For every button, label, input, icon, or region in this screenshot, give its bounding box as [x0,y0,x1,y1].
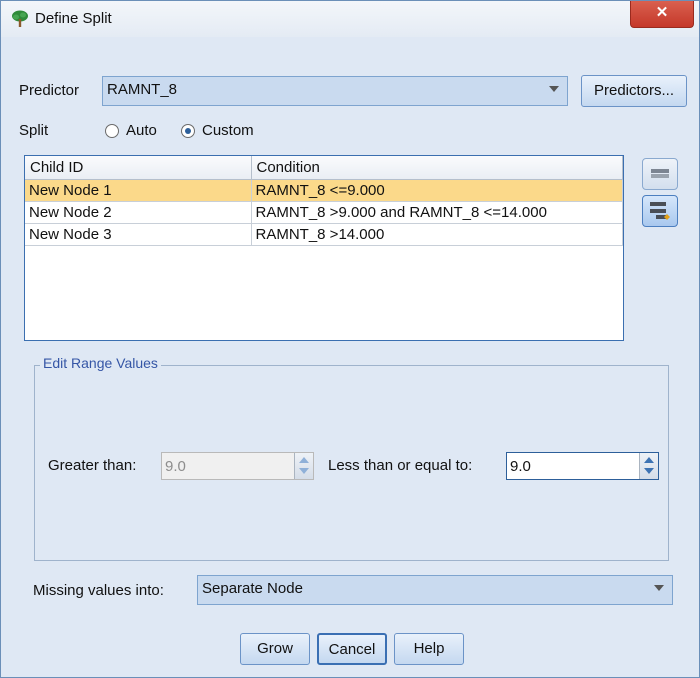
grow-button[interactable]: Grow [240,633,310,665]
merge-nodes-icon [651,169,669,178]
greater-than-label: Greater than: [48,457,137,474]
close-button[interactable]: ✕ [630,1,694,28]
lte-label: Less than or equal to: [328,457,473,474]
greater-than-spinner: 9.0 [161,452,314,480]
window-title: Define Split [35,10,112,27]
child-id-cell[interactable]: New Node 2 [25,201,252,224]
missing-values-label: Missing values into: [33,582,164,599]
split-node-button[interactable] [642,195,678,227]
table-row[interactable]: New Node 2 RAMNT_8 >9.000 and RAMNT_8 <=… [25,201,623,224]
merge-nodes-button[interactable] [642,158,678,190]
spinner-arrows [294,453,313,479]
lte-spinner[interactable]: 9.0 [506,452,659,480]
help-button[interactable]: Help [394,633,464,665]
chevron-down-icon [549,86,559,92]
child-id-cell[interactable]: New Node 1 [25,179,252,202]
title-bar: Define Split ✕ [1,1,699,37]
table-header-row: Child ID Condition [25,156,623,180]
cancel-button[interactable]: Cancel [317,633,387,665]
split-label: Split [19,122,49,139]
predictor-dropdown[interactable]: RAMNT_8 [102,76,568,106]
dialog-body: Predictor RAMNT_8 Predictors... Split Au… [8,40,692,671]
column-header-condition[interactable]: Condition [251,156,623,180]
missing-values-dropdown[interactable]: Separate Node [197,575,673,605]
column-header-child-id[interactable]: Child ID [25,156,252,180]
condition-cell[interactable]: RAMNT_8 >14.000 [251,223,623,246]
predictors-button[interactable]: Predictors... [581,75,687,107]
greater-than-value: 9.0 [165,458,186,475]
condition-cell[interactable]: RAMNT_8 >9.000 and RAMNT_8 <=14.000 [251,201,623,224]
condition-cell[interactable]: RAMNT_8 <=9.000 [251,179,623,202]
child-id-cell[interactable]: New Node 3 [25,223,252,246]
spin-up-icon[interactable] [644,457,654,463]
split-auto-label: Auto [126,122,157,139]
child-nodes-table: Child ID Condition New Node 1 RAMNT_8 <=… [24,155,624,341]
table-row[interactable]: New Node 1 RAMNT_8 <=9.000 [25,179,623,202]
spinner-arrows [639,453,658,479]
spin-up-icon [299,457,309,463]
split-custom-label: Custom [202,122,254,139]
split-node-icon [650,202,670,220]
predictor-label: Predictor [19,82,80,99]
split-auto-radio[interactable] [105,124,119,138]
lte-value: 9.0 [510,458,531,475]
split-custom-radio[interactable] [181,124,195,138]
chevron-down-icon [654,585,664,591]
define-split-dialog: Define Split ✕ Predictor RAMNT_8 Predict… [0,0,700,678]
spin-down-icon[interactable] [644,468,654,474]
table-row[interactable]: New Node 3 RAMNT_8 >14.000 [25,223,623,246]
edit-range-title: Edit Range Values [40,355,161,371]
spin-down-icon [299,468,309,474]
tree-icon [12,10,28,27]
predictor-value: RAMNT_8 [107,81,178,98]
missing-values-value: Separate Node [202,580,303,597]
close-icon: ✕ [655,4,669,21]
